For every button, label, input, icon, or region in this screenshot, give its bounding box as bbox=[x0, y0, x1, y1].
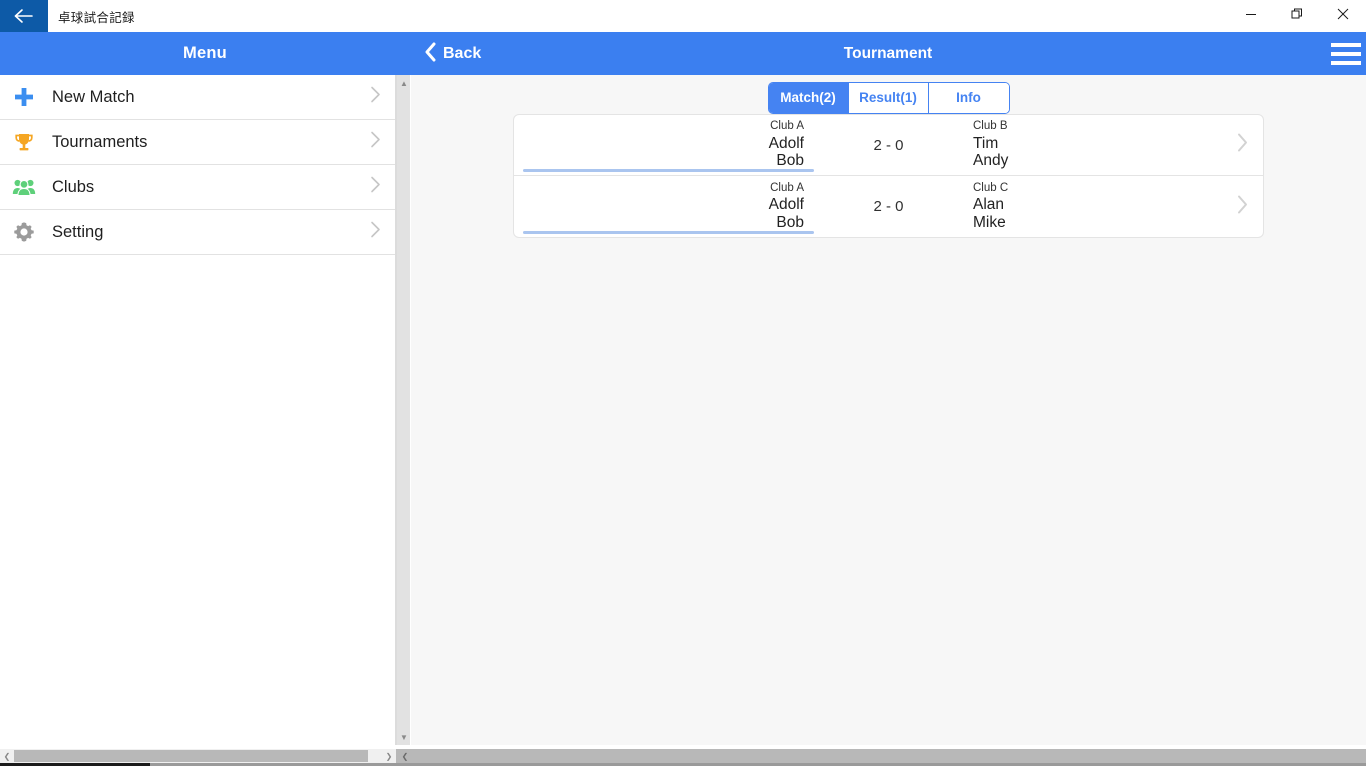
hamburger-bar-3 bbox=[1330, 60, 1361, 65]
page-title: Tournament bbox=[843, 44, 933, 62]
chevron-right-icon bbox=[370, 221, 381, 244]
sidebar-item-label: Setting bbox=[52, 222, 104, 241]
left-player-1: Adolf bbox=[768, 134, 804, 152]
left-club-name: Club A bbox=[770, 120, 804, 133]
chevron-right-icon bbox=[370, 131, 381, 154]
table-row[interactable]: Club A Adolf Bob 2 - 0 Club B Tim Andy bbox=[514, 115, 1263, 176]
titlebar-back-button[interactable] bbox=[0, 0, 48, 32]
sidebar-item-tournaments[interactable]: Tournaments bbox=[0, 120, 395, 165]
bottom-edge-dark bbox=[0, 763, 150, 766]
chevron-right-icon bbox=[1236, 132, 1249, 159]
left-player-1: Adolf bbox=[768, 196, 804, 214]
scroll-up-arrow-icon[interactable]: ▲ bbox=[397, 75, 411, 91]
scrollbar-thumb[interactable] bbox=[14, 750, 368, 762]
sidebar-horizontal-scrollbar[interactable]: ❮ ❯ bbox=[0, 749, 396, 763]
sidebar-item-new-match[interactable]: New Match bbox=[0, 75, 395, 120]
chevron-right-icon bbox=[370, 176, 381, 199]
sidebar-item-label: New Match bbox=[52, 87, 135, 106]
match-right-team: Club C Alan Mike bbox=[963, 176, 1263, 237]
plus-icon bbox=[4, 86, 44, 108]
maximize-button[interactable] bbox=[1274, 0, 1320, 32]
window-titlebar: 卓球試合記録 bbox=[0, 0, 1366, 32]
left-player-2: Bob bbox=[776, 152, 804, 170]
content-header: Back Tournament bbox=[410, 32, 1366, 75]
sidebar-menu: New Match Tournaments Clubs Setting bbox=[0, 75, 396, 745]
scroll-down-arrow-icon[interactable]: ▼ bbox=[397, 729, 411, 745]
content-horizontal-scrollbar[interactable]: ❮ bbox=[396, 749, 1366, 763]
bottom-edge-gray bbox=[150, 763, 1366, 766]
hamburger-icon[interactable] bbox=[1325, 32, 1366, 75]
content-panel: Match(2) Result(1) Info Club A Adolf Bob… bbox=[411, 75, 1366, 745]
hamburger-bar-2 bbox=[1330, 51, 1361, 56]
window-bottom-edge bbox=[0, 763, 1366, 768]
chevron-right-icon bbox=[1236, 193, 1249, 220]
sidebar-header-title: Menu bbox=[183, 44, 227, 62]
right-player-2: Mike bbox=[973, 213, 1006, 231]
table-row[interactable]: Club A Adolf Bob 2 - 0 Club C Alan Mike bbox=[514, 176, 1263, 237]
people-icon bbox=[4, 176, 44, 198]
sidebar-header: Menu bbox=[0, 32, 410, 75]
window-controls bbox=[1228, 0, 1366, 32]
right-player-1: Alan bbox=[973, 196, 1005, 214]
scroll-left-arrow-icon[interactable]: ❮ bbox=[398, 749, 412, 763]
minimize-icon bbox=[1245, 7, 1257, 25]
sidebar-item-label: Clubs bbox=[52, 177, 95, 196]
arrow-left-icon bbox=[13, 8, 35, 24]
right-club-name: Club B bbox=[973, 120, 1008, 133]
match-score: 2 - 0 bbox=[873, 136, 904, 154]
gear-icon bbox=[4, 221, 44, 243]
close-icon bbox=[1337, 7, 1349, 25]
trophy-icon bbox=[4, 131, 44, 153]
sidebar-item-setting[interactable]: Setting bbox=[0, 210, 395, 255]
chevron-left-icon bbox=[424, 42, 437, 66]
app-header-row: Menu Back Tournament bbox=[0, 32, 1366, 75]
left-player-2: Bob bbox=[776, 213, 804, 231]
tab-match[interactable]: Match(2) bbox=[768, 83, 849, 113]
tab-bar: Match(2) Result(1) Info bbox=[767, 82, 1010, 114]
scroll-left-arrow-icon[interactable]: ❮ bbox=[0, 749, 14, 763]
minimize-button[interactable] bbox=[1228, 0, 1274, 32]
match-right-team: Club B Tim Andy bbox=[963, 115, 1263, 175]
match-left-team: Club A Adolf Bob bbox=[514, 115, 814, 175]
chevron-right-icon bbox=[370, 86, 381, 109]
sidebar-item-clubs[interactable]: Clubs bbox=[0, 165, 395, 210]
restore-icon bbox=[1291, 7, 1303, 25]
match-score: 2 - 0 bbox=[873, 198, 904, 215]
tab-result[interactable]: Result(1) bbox=[848, 83, 929, 113]
tab-info[interactable]: Info bbox=[928, 83, 1009, 113]
match-left-team: Club A Adolf Bob bbox=[514, 176, 814, 237]
right-player-2: Andy bbox=[973, 152, 1009, 170]
sidebar-item-label: Tournaments bbox=[52, 132, 148, 151]
scroll-right-arrow-icon[interactable]: ❯ bbox=[382, 749, 396, 763]
window-title: 卓球試合記録 bbox=[58, 10, 135, 25]
match-list-card: Club A Adolf Bob 2 - 0 Club B Tim Andy C… bbox=[513, 114, 1264, 238]
back-button[interactable]: Back bbox=[418, 40, 487, 68]
back-button-label: Back bbox=[443, 44, 482, 62]
left-club-name: Club A bbox=[770, 181, 804, 194]
right-player-1: Tim bbox=[973, 134, 999, 152]
sidebar-vertical-scrollbar[interactable]: ▲ ▼ bbox=[396, 75, 410, 745]
close-button[interactable] bbox=[1320, 0, 1366, 32]
right-club-name: Club C bbox=[973, 181, 1009, 194]
hamburger-bar-1 bbox=[1330, 42, 1361, 47]
